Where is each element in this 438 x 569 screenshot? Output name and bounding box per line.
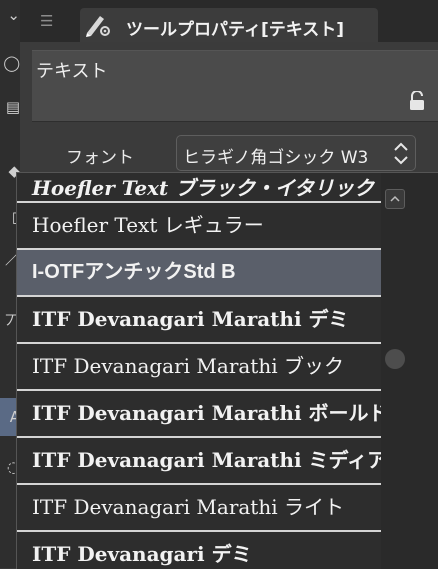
chevron-updown-icon [394,142,408,165]
tool-preview: テキスト [32,50,438,122]
font-dropdown: Hoefler Text ブラック・イタリック Hoefler Text レギュ… [16,172,438,569]
font-option[interactable]: ITF Devanagari Marathi ブック [17,344,381,391]
font-option[interactable]: ITF Devanagari デミ [17,532,381,569]
preview-label: テキスト [36,61,108,82]
font-select-value: ヒラギノ角ゴシック W3 [183,148,369,168]
font-option[interactable]: ITF Devanagari Marathi ボールド [17,391,381,438]
font-option[interactable]: ITF Devanagari Marathi デミ [17,297,381,344]
panel-title-bar: ☰ ツールプロパティ[テキスト] [20,0,438,42]
panel-menu-icon[interactable]: ☰ [40,12,53,30]
lasso-icon[interactable]: ◯ [0,52,20,74]
scroll-thumb[interactable] [385,349,405,369]
chevron-up-icon [390,195,400,202]
scroll-up-button[interactable] [385,189,405,209]
layers-icon[interactable]: ▤ [0,96,20,118]
panel-title: ツールプロパティ[テキスト] [126,20,345,40]
lock-icon[interactable] [408,91,426,111]
font-option[interactable]: Hoefler Text ブラック・イタリック [17,173,381,203]
font-list: Hoefler Text ブラック・イタリック Hoefler Text レギュ… [17,173,381,569]
font-option[interactable]: ITF Devanagari Marathi ライト [17,485,381,532]
font-option[interactable]: ITF Devanagari Marathi ミディアム [17,438,381,485]
tool-property-icon [86,16,110,37]
font-option-selected[interactable]: I-OTFアンチックStd B [17,250,381,297]
scrollbar[interactable] [381,173,438,569]
expand-icon[interactable]: ⌄ [0,4,20,26]
font-option[interactable]: Hoefler Text レギュラー [17,203,381,250]
font-select[interactable]: ヒラギノ角ゴシック W3 [176,135,416,171]
panel-tab[interactable]: ツールプロパティ[テキスト] [80,8,378,42]
font-label: フォント [66,148,134,168]
